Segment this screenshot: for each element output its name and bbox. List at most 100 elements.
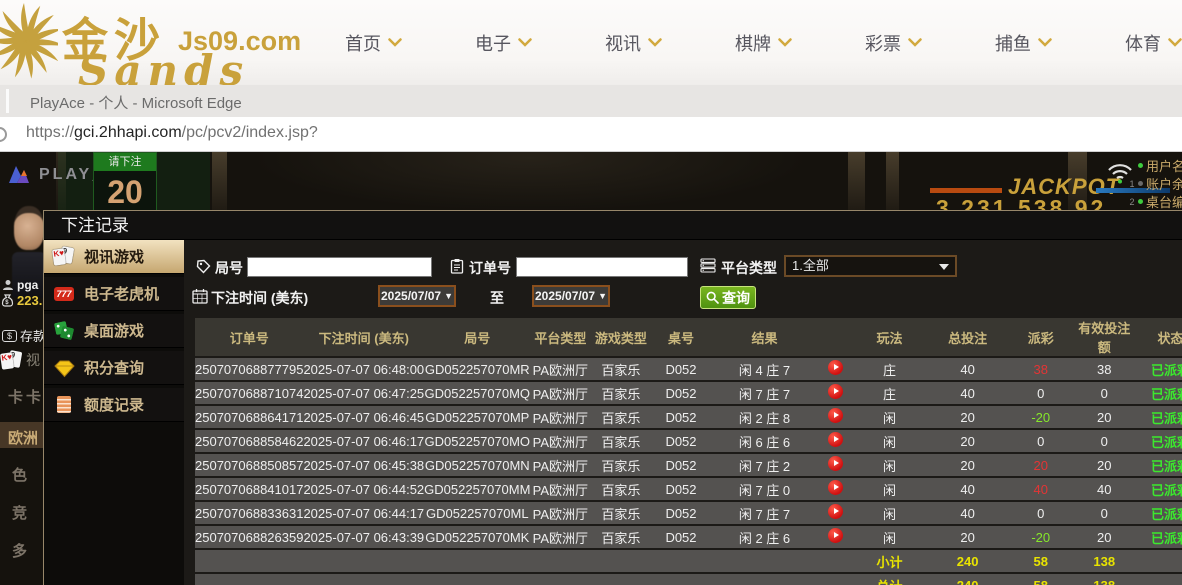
round-label: 局号 [215, 260, 243, 276]
cell-empty [651, 550, 711, 572]
cell-round: GD052257070MQ [424, 382, 531, 404]
nav-item-chess[interactable]: 棋牌 [735, 30, 792, 56]
sidebar-item-points[interactable]: 积分查询 [44, 351, 184, 385]
cell-valid-bet: 20 [1072, 454, 1136, 476]
nav-item-lottery[interactable]: 彩票 [865, 30, 922, 56]
order-input[interactable] [516, 257, 688, 277]
table-row: 250707068826359 2025-07-07 06:43:39 GD0522… [195, 526, 1182, 548]
table-row: 250707068841017 2025-07-07 06:44:52 GD0522… [195, 478, 1182, 500]
cell-status: 已派彩 [1135, 382, 1182, 404]
betting-records-modal: 下注记录 9 K♥ 视讯游戏 777 电子老虎机 桌面游戏 积分查询 额度记录 … [43, 210, 1182, 585]
dropdown-arrow-icon: ▼ [444, 291, 453, 301]
sidebar-item-live-games[interactable]: 9 K♥ 视讯游戏 [44, 240, 184, 274]
clipboard-icon [450, 259, 464, 274]
cell-platform: PA欧洲厅 [530, 358, 591, 380]
cell-status: 已派彩 [1135, 430, 1182, 452]
nav-item-live[interactable]: 视讯 [605, 30, 662, 56]
date-from-select[interactable]: 2025/07/07 ▼ [378, 285, 456, 307]
sidebar-item-table-games[interactable]: 桌面游戏 [44, 314, 184, 348]
play-video-button[interactable] [828, 360, 844, 375]
playace-logo-icon [9, 166, 29, 183]
table-row: 250707068833631 2025-07-07 06:44:17 GD0522… [195, 502, 1182, 524]
cell-round: GD052257070ML [424, 502, 531, 524]
platform-select[interactable]: 1.全部 [784, 255, 957, 277]
deposit-link[interactable]: $ 存款 [2, 326, 44, 345]
cell-status: 已派彩 [1135, 526, 1182, 548]
cell-sum-total-bet: 240 [926, 550, 1010, 572]
subtotal-row: 小计 240 58 138 [195, 550, 1182, 572]
cell-sum-payout: 58 [1009, 550, 1073, 572]
app-root: 金沙 Js09.com Sands 首页 电子 视讯 棋牌 彩票 捕鱼 体育 P… [0, 0, 1182, 585]
window-title: PlayAce - 个人 - Microsoft Edge [30, 95, 242, 112]
cell-valid-bet: 40 [1072, 478, 1136, 500]
sun-logo-icon [0, 3, 58, 80]
menu-item-jing[interactable]: 竞 [12, 502, 27, 523]
cell-empty [530, 550, 591, 572]
menu-item-europe[interactable]: 欧洲 [8, 427, 38, 448]
col-table: 桌号 [651, 318, 711, 356]
cell-sum-label: 总计 [852, 574, 927, 585]
cell-order: 250707068871074 [195, 382, 304, 404]
search-icon [706, 291, 719, 304]
cell-platform: PA欧洲厅 [530, 454, 591, 476]
play-video-button[interactable] [828, 384, 844, 399]
play-video-button[interactable] [828, 528, 844, 543]
cell-result: 闲 2 庄 6 [710, 526, 819, 548]
cell-table: D052 [651, 502, 711, 524]
site-info-icon[interactable] [0, 127, 7, 142]
cell-platform: PA欧洲厅 [530, 502, 591, 524]
col-platform: 平台类型 [530, 318, 591, 356]
user-info-row: 2 桌台编 [1129, 195, 1182, 210]
nav-item-slots[interactable]: 电子 [475, 30, 532, 56]
col-result: 结果 [710, 318, 819, 356]
search-button[interactable]: 查询 [700, 286, 756, 309]
date-to-select[interactable]: 2025/07/07 ▼ [532, 285, 610, 307]
user-info-row: 用户名 [1126, 158, 1182, 174]
play-video-button[interactable] [828, 480, 844, 495]
cell-total-bet: 20 [926, 526, 1010, 548]
play-video-button[interactable] [828, 504, 844, 519]
round-input[interactable] [247, 257, 432, 277]
table-row: 250707068864171 2025-07-07 06:46:45 GD0522… [195, 406, 1182, 428]
cell-payout: -20 [1009, 406, 1073, 428]
menu-item-se[interactable]: 色 [12, 464, 27, 485]
bet-time-label: 下注时间 (美东) [211, 290, 309, 306]
col-valid-bet: 有效投注额 [1072, 318, 1136, 356]
menu-item-kaka[interactable]: 卡卡 [8, 386, 44, 407]
titlebar-accent [6, 89, 9, 113]
nav-item-sports[interactable]: 体育 [1125, 30, 1182, 56]
cell-result: 闲 6 庄 6 [710, 430, 819, 452]
col-round: 局号 [424, 318, 531, 356]
status-dot [1138, 199, 1143, 204]
cell-play [818, 526, 853, 548]
cell-round: GD052257070MN [424, 454, 531, 476]
cell-time: 2025-07-07 06:44:52 [303, 478, 425, 500]
nav-item-home[interactable]: 首页 [345, 30, 402, 56]
browser-urlbar[interactable]: https://gci.2hhapi.com/pc/pcv2/index.jsp… [0, 117, 1182, 152]
cell-empty [424, 574, 531, 585]
cell-total-bet: 40 [926, 502, 1010, 524]
cell-order: 250707068864171 [195, 406, 304, 428]
dominoes-icon [53, 320, 76, 341]
cell-empty [303, 550, 425, 572]
cell-valid-bet: 20 [1072, 406, 1136, 428]
cell-game-type: 百家乐 [590, 430, 652, 452]
modal-content: 局号 订单号 平台类型 1.全部 下注时间 (美东) 2025/07/07 ▼ … [184, 240, 1182, 585]
sidebar-item-slots[interactable]: 777 电子老虎机 [44, 277, 184, 311]
play-video-button[interactable] [828, 408, 844, 423]
cell-order: 250707068858462 [195, 430, 304, 452]
cell-payout: 0 [1009, 502, 1073, 524]
menu-item-duo[interactable]: 多 [12, 540, 27, 561]
chevron-down-icon [1038, 38, 1052, 47]
table-header-row: 订单号 下注时间 (美东) 局号 平台类型 游戏类型 桌号 结果 玩法 总投注 [195, 318, 1182, 356]
cell-platform: PA欧洲厅 [530, 526, 591, 548]
live-menu-partial[interactable]: 9 K♥ 视 [0, 350, 40, 370]
cell-platform: PA欧洲厅 [530, 430, 591, 452]
cell-order: 250707068877795 [195, 358, 304, 380]
play-video-button[interactable] [828, 432, 844, 447]
cell-empty [710, 574, 819, 585]
total-row: 总计24058138 [195, 574, 1182, 585]
nav-item-fishing[interactable]: 捕鱼 [995, 30, 1052, 56]
play-video-button[interactable] [828, 456, 844, 471]
sidebar-item-quota-records[interactable]: 额度记录 [44, 388, 184, 422]
